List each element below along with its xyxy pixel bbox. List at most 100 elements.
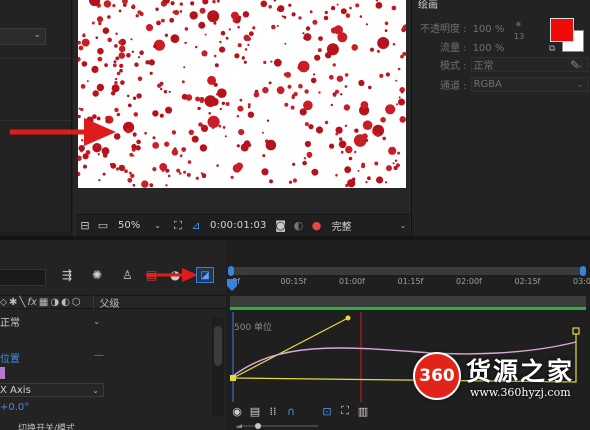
particle-dot	[276, 86, 285, 95]
axis-dropdown[interactable]: X Axis ⌄	[0, 383, 104, 397]
particle-dot	[137, 76, 143, 82]
show-snapshot-icon[interactable]: ◐	[290, 217, 308, 235]
project-dropdown[interactable]: ⌄	[0, 28, 46, 45]
bezier-handle[interactable]	[345, 315, 351, 321]
chevron-down-icon: ⌄	[154, 221, 161, 230]
timeline-zoom-slider[interactable]	[232, 421, 322, 430]
flow-value[interactable]: 100 %	[473, 43, 505, 54]
color-channels-icon[interactable]: ●	[308, 217, 326, 235]
particle-dot	[96, 16, 104, 23]
zoom-dropdown[interactable]: 50% ⌄	[116, 220, 163, 231]
mode-label: 模式 :	[440, 61, 467, 72]
fit-selection-icon[interactable]: ⊡	[318, 403, 336, 419]
current-time-display[interactable]: 0:00:01:03	[210, 220, 267, 231]
particle-dot	[287, 84, 292, 89]
particle-dot	[260, 0, 268, 8]
keyframe-marker[interactable]	[230, 375, 236, 381]
navigator-end-handle[interactable]	[580, 266, 586, 276]
shy-switch-icon[interactable]: ⬦	[0, 297, 7, 308]
3d-layer-icon[interactable]: ⬡	[72, 297, 81, 308]
motion-blur-switch-icon[interactable]: ◑	[50, 297, 59, 308]
particle-dot	[388, 146, 397, 155]
graph-editor-toolbar: ◉ ▤ ⁞⁞ ∩ ⊡ ⛶ ▥	[228, 402, 590, 420]
region-of-interest-icon[interactable]: ⛶	[169, 217, 187, 235]
time-ruler[interactable]: 0f00:15f01:00f01:15f02:00f02:15f03:0	[228, 277, 590, 293]
particle-dot	[345, 183, 349, 188]
transparency-grid-icon[interactable]: ⊿	[187, 217, 205, 235]
playhead-marker-icon[interactable]	[227, 279, 237, 291]
composition-canvas[interactable]	[78, 0, 406, 188]
toggle-switches-modes[interactable]: 切换开关/模式	[18, 421, 75, 430]
scrollbar-thumb[interactable]	[214, 326, 222, 366]
particle-dot	[328, 74, 334, 80]
quality-switch-icon[interactable]: ╲	[19, 297, 25, 308]
keyframe-marker[interactable]	[572, 327, 580, 335]
particle-dot	[126, 94, 130, 98]
show-properties-eye-icon[interactable]: ◉	[228, 403, 246, 419]
graph-type-icon[interactable]: ▤	[246, 403, 264, 419]
collapse-switch-icon[interactable]: ✱	[9, 297, 17, 308]
particle-dot	[384, 45, 387, 48]
particle-dot	[297, 60, 310, 73]
snap-magnet-icon[interactable]: ∩	[282, 403, 300, 419]
ruler-tick-label: 00:15f	[280, 277, 307, 286]
particle-dot	[314, 54, 321, 61]
offset-value[interactable]: +0.0°	[0, 402, 29, 413]
particle-dot	[354, 128, 359, 133]
blend-mode-dropdown[interactable]: 正常 ⌄	[0, 314, 104, 329]
particle-dot	[292, 178, 297, 183]
particle-dot	[78, 155, 82, 161]
separate-dimensions-icon[interactable]: ▥	[354, 403, 372, 419]
particle-dot	[183, 66, 186, 69]
particle-dot	[380, 117, 386, 123]
frame-blend-icon[interactable]: ▦	[39, 297, 48, 308]
particle-dot	[167, 174, 171, 178]
adjustment-layer-icon[interactable]: ◐	[61, 297, 70, 308]
particle-dot	[80, 84, 86, 89]
fit-all-graphs-icon[interactable]: ⛶	[336, 403, 354, 419]
swap-colors-icon[interactable]: ⧉	[549, 44, 555, 54]
opacity-value[interactable]: 100 %	[473, 24, 505, 35]
eyedropper-icon[interactable]: ✎	[570, 58, 580, 72]
monitor-icon[interactable]: ▭	[94, 217, 112, 235]
particle-dot	[232, 18, 237, 23]
particle-dot	[234, 53, 240, 59]
work-area-bar[interactable]	[230, 296, 586, 307]
particle-dot	[187, 160, 192, 164]
particle-dot	[144, 131, 147, 135]
composition-flowchart-icon[interactable]: ⇶	[62, 268, 72, 282]
always-preview-icon[interactable]: ⊟	[76, 217, 94, 235]
watermark-site-name: 货源之家	[466, 357, 575, 386]
particle-dot	[153, 44, 157, 49]
timeline-search-input[interactable]	[0, 269, 46, 286]
hide-shy-layers-icon[interactable]: ♙	[122, 268, 133, 282]
position-property-label[interactable]: 位置	[0, 350, 20, 365]
particle-dot	[343, 104, 351, 111]
particle-dot	[96, 83, 105, 92]
particle-dot	[97, 47, 104, 55]
graph-editor-button[interactable]: ◪	[196, 267, 214, 283]
particle-dot	[365, 181, 368, 184]
particle-dot	[198, 21, 206, 29]
axis-value: X Axis	[0, 384, 31, 396]
particle-dot	[244, 48, 248, 51]
particle-dot	[141, 180, 149, 188]
ruler-tick-label: 02:15f	[514, 277, 541, 286]
draft-3d-icon[interactable]: ✺	[92, 268, 102, 282]
particle-dot	[172, 10, 176, 14]
navigator-start-handle[interactable]	[228, 266, 234, 276]
transform-box-icon[interactable]: ⁞⁞	[264, 403, 282, 419]
particle-dot	[292, 162, 296, 166]
particle-dot	[291, 12, 296, 17]
effect-fx-icon[interactable]: fx	[27, 297, 36, 308]
foreground-color-swatch[interactable]	[550, 18, 574, 42]
particle-dot	[312, 19, 318, 25]
time-navigator-bar[interactable]	[228, 266, 586, 276]
resolution-dropdown[interactable]: 完整	[332, 218, 352, 233]
particle-dot	[246, 36, 251, 41]
particle-dot	[217, 0, 220, 3]
particle-dot	[207, 115, 220, 128]
channel-dropdown[interactable]: RGBA ⌄	[470, 77, 589, 92]
snapshot-camera-icon[interactable]: ◙	[272, 217, 290, 235]
particle-dot	[354, 150, 357, 154]
